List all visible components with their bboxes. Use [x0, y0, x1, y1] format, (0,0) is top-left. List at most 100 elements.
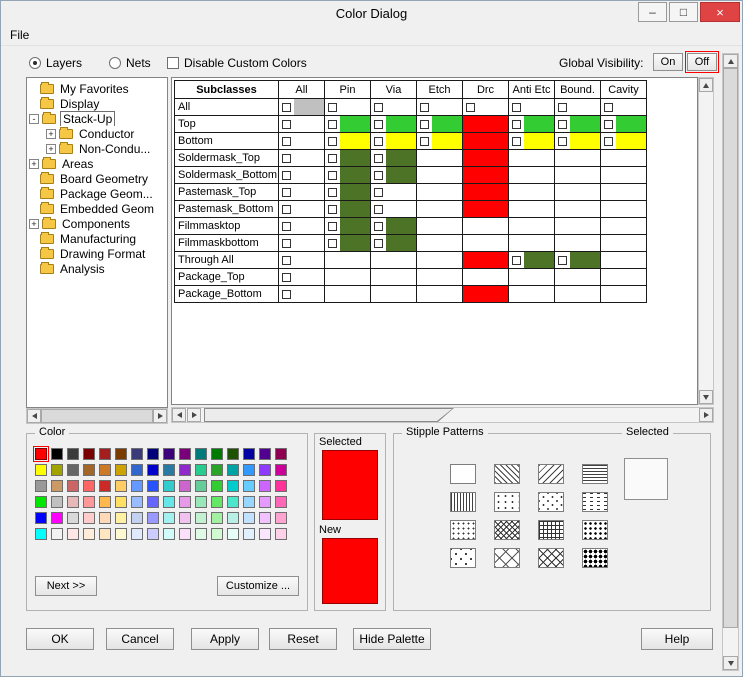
cell-drc[interactable] [463, 201, 509, 218]
color-swatch[interactable] [163, 512, 175, 524]
cell-etch[interactable] [417, 116, 463, 133]
nets-radio[interactable]: Nets [109, 56, 151, 70]
cell-checkbox[interactable] [282, 137, 291, 146]
cell-color[interactable] [616, 235, 646, 251]
cell-drc[interactable] [463, 252, 509, 269]
color-swatch[interactable] [35, 496, 47, 508]
cell-color[interactable] [478, 235, 508, 251]
cell-etch[interactable] [417, 218, 463, 235]
cell-color[interactable] [340, 269, 370, 285]
color-swatch[interactable] [163, 480, 175, 492]
cell-checkbox[interactable] [374, 154, 383, 163]
cell-color[interactable] [524, 167, 554, 183]
color-swatch[interactable] [147, 464, 159, 476]
color-swatch[interactable] [131, 512, 143, 524]
cell-bound[interactable] [555, 133, 601, 150]
expand-icon[interactable]: + [29, 159, 39, 169]
color-swatch[interactable] [115, 464, 127, 476]
cell-checkbox[interactable] [328, 154, 337, 163]
color-swatch[interactable] [243, 448, 255, 460]
scroll-thumb[interactable] [723, 68, 738, 628]
cell-etch[interactable] [417, 252, 463, 269]
title-bar[interactable]: Color Dialog – □ × [1, 1, 742, 25]
stipple-blank[interactable] [450, 464, 476, 484]
cell-all[interactable] [279, 133, 325, 150]
color-swatch[interactable] [275, 512, 287, 524]
cell-cavity[interactable] [601, 218, 647, 235]
color-swatch[interactable] [99, 496, 111, 508]
cell-cavity[interactable] [601, 150, 647, 167]
cell-cavity[interactable] [601, 252, 647, 269]
cell-checkbox[interactable] [282, 273, 291, 282]
cell-antietc[interactable] [509, 235, 555, 252]
cell-checkbox[interactable] [328, 205, 337, 214]
cell-cavity[interactable] [601, 184, 647, 201]
cell-checkbox[interactable] [328, 137, 337, 146]
cell-color[interactable] [432, 218, 462, 234]
tree-item[interactable]: Embedded Geom [27, 201, 167, 216]
cell-color[interactable] [570, 252, 600, 268]
color-swatch[interactable] [67, 528, 79, 540]
color-swatch[interactable] [51, 528, 63, 540]
color-swatch[interactable] [131, 528, 143, 540]
cell-checkbox[interactable] [282, 188, 291, 197]
color-swatch[interactable] [147, 512, 159, 524]
cell-color[interactable] [432, 184, 462, 200]
color-swatch[interactable] [131, 448, 143, 460]
cell-checkbox[interactable] [374, 120, 383, 129]
color-swatch[interactable] [275, 448, 287, 460]
tree-item[interactable]: +Conductor [27, 126, 167, 141]
cell-bound[interactable] [555, 99, 601, 116]
cell-color[interactable] [386, 252, 416, 268]
cell-all[interactable] [279, 252, 325, 269]
cell-cavity[interactable] [601, 286, 647, 303]
color-swatch[interactable] [131, 496, 143, 508]
scroll-right-button[interactable] [153, 409, 167, 423]
cell-via[interactable] [371, 286, 417, 303]
color-swatch[interactable] [243, 528, 255, 540]
color-swatch[interactable] [211, 464, 223, 476]
cell-color[interactable] [570, 99, 600, 115]
cell-color[interactable] [340, 184, 370, 200]
color-swatch[interactable] [195, 512, 207, 524]
cell-checkbox[interactable] [374, 205, 383, 214]
cell-antietc[interactable] [509, 269, 555, 286]
cell-color[interactable] [570, 116, 600, 132]
expand-icon[interactable]: + [46, 129, 56, 139]
cell-via[interactable] [371, 252, 417, 269]
scroll-down-button[interactable] [723, 656, 738, 670]
cell-checkbox[interactable] [420, 120, 429, 129]
cell-checkbox[interactable] [374, 188, 383, 197]
color-swatch[interactable] [211, 512, 223, 524]
color-swatch[interactable] [195, 496, 207, 508]
cell-checkbox[interactable] [282, 103, 291, 112]
cell-all[interactable] [279, 269, 325, 286]
cell-checkbox[interactable] [558, 120, 567, 129]
color-swatch[interactable] [179, 464, 191, 476]
cell-bound[interactable] [555, 150, 601, 167]
table-vscrollbar[interactable] [698, 77, 714, 405]
stipple-dots-dense[interactable] [582, 520, 608, 540]
cell-color[interactable] [386, 116, 416, 132]
cell-antietc[interactable] [509, 99, 555, 116]
stipple-hlines[interactable] [582, 464, 608, 484]
cell-checkbox[interactable] [328, 239, 337, 248]
scroll-left-button[interactable] [27, 409, 41, 423]
stipple-dots-wide[interactable] [450, 548, 476, 568]
color-swatch[interactable] [179, 496, 191, 508]
cell-via[interactable] [371, 167, 417, 184]
color-swatch[interactable] [195, 528, 207, 540]
color-swatch[interactable] [99, 464, 111, 476]
cell-color[interactable] [432, 133, 462, 149]
cell-checkbox[interactable] [328, 120, 337, 129]
cell-color[interactable] [340, 286, 370, 302]
color-swatch[interactable] [195, 464, 207, 476]
cell-color[interactable] [294, 286, 324, 302]
cell-etch[interactable] [417, 286, 463, 303]
maximize-button[interactable]: □ [669, 2, 698, 22]
cell-color[interactable] [524, 116, 554, 132]
cell-etch[interactable] [417, 269, 463, 286]
color-swatch[interactable] [51, 464, 63, 476]
cell-etch[interactable] [417, 235, 463, 252]
cell-bound[interactable] [555, 201, 601, 218]
